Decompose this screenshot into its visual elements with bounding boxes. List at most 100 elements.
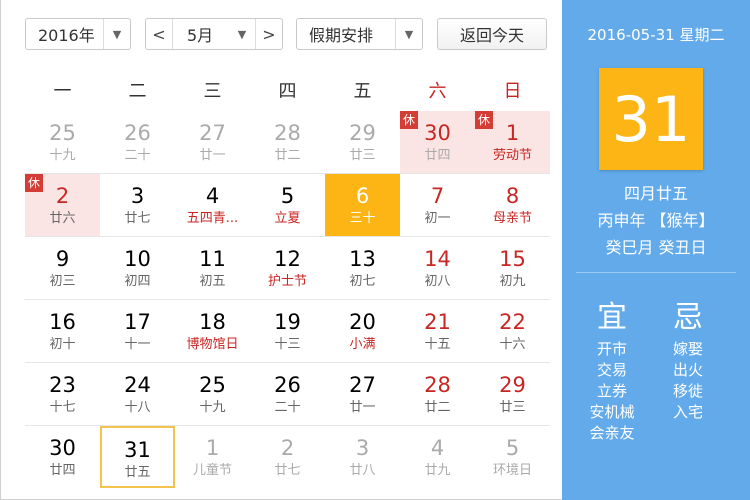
chevron-down-icon[interactable]: ▼: [103, 19, 130, 49]
day-cell[interactable]: 25 十九: [175, 363, 250, 425]
day-cell[interactable]: 29 廿三: [325, 111, 400, 173]
day-cell[interactable]: 29 廿三: [475, 363, 550, 425]
day-cell[interactable]: 23 十七: [25, 363, 100, 425]
day-number: 27: [199, 121, 226, 145]
lunar-label: 十三: [274, 337, 301, 352]
lunar-label: 廿五: [124, 465, 151, 480]
day-cell[interactable]: 6 三十: [325, 174, 400, 236]
lunar-label: 廿八: [349, 463, 376, 478]
day-cell[interactable]: 7 初一: [400, 174, 475, 236]
day-cell[interactable]: 5 环境日: [475, 426, 550, 488]
day-cell[interactable]: 休 2 廿六: [25, 174, 100, 236]
day-number: 15: [499, 247, 526, 271]
weekday-label: 六: [428, 81, 447, 102]
day-number: 22: [499, 310, 526, 334]
day-cell[interactable]: 20 小满: [325, 300, 400, 362]
day-cell[interactable]: 4 廿九: [400, 426, 475, 488]
day-number: 25: [199, 373, 226, 397]
lunar-label: 初一: [424, 211, 451, 226]
lunar-label: 廿九: [424, 463, 451, 478]
month-select[interactable]: < 5月 ▼ >: [145, 18, 283, 50]
day-cell[interactable]: 26 二十: [250, 363, 325, 425]
ji-item: 出火: [672, 361, 703, 379]
day-cell[interactable]: 14 初八: [400, 237, 475, 299]
day-number: 1: [205, 436, 220, 460]
day-cell[interactable]: 9 初三: [25, 237, 100, 299]
day-cell[interactable]: 5 立夏: [250, 174, 325, 236]
ganzhi-year: 丙申年 【猴年】: [597, 211, 715, 230]
lunar-date: 四月廿五: [623, 184, 688, 203]
lunar-label: 廿三: [349, 148, 376, 163]
day-number: 7: [430, 184, 445, 208]
ji-heading: 忌: [673, 300, 703, 335]
chevron-down-icon[interactable]: ▼: [229, 19, 255, 49]
day-cell[interactable]: 27 廿一: [175, 111, 250, 173]
day-cell[interactable]: 1 儿童节: [175, 426, 250, 488]
back-to-today-button[interactable]: 返回今天: [437, 18, 547, 50]
day-cell[interactable]: 24 十八: [100, 363, 175, 425]
day-number: 24: [124, 373, 151, 397]
day-cell[interactable]: 31 廿五: [100, 426, 175, 488]
lunar-label: 立夏: [274, 211, 301, 226]
lunar-label: 环境日: [492, 463, 532, 478]
holiday-schedule-select[interactable]: 假期安排 ▼: [296, 18, 423, 50]
day-cell[interactable]: 19 十三: [250, 300, 325, 362]
day-cell[interactable]: 3 廿八: [325, 426, 400, 488]
day-cell[interactable]: 13 初七: [325, 237, 400, 299]
ji-item: 入宅: [672, 403, 703, 421]
day-number: 5: [505, 436, 520, 460]
day-number: 17: [124, 310, 151, 334]
day-cell[interactable]: 12 护士节: [250, 237, 325, 299]
next-month-button[interactable]: >: [255, 19, 282, 49]
day-cell[interactable]: 21 十五: [400, 300, 475, 362]
day-number: 10: [124, 247, 151, 271]
day-cell[interactable]: 2 廿七: [250, 426, 325, 488]
day-cell[interactable]: 3 廿七: [100, 174, 175, 236]
day-detail-panel: 2016-05-31 星期二 31 四月廿五 丙申年 【猴年】 癸巳月 癸丑日 …: [562, 0, 750, 500]
yi-list: 开市 交易 立券 安机械 会亲友: [572, 339, 652, 444]
lunar-label: 十六: [499, 337, 526, 352]
lunar-label: 初七: [349, 274, 376, 289]
day-cell[interactable]: 18 博物馆日: [175, 300, 250, 362]
day-cell[interactable]: 28 廿二: [400, 363, 475, 425]
lunar-label: 五四青...: [186, 211, 239, 226]
day-cell[interactable]: 16 初十: [25, 300, 100, 362]
weekday-label: 日: [503, 81, 522, 102]
day-cell[interactable]: 25 十九: [25, 111, 100, 173]
weekday-label: 五: [353, 81, 372, 102]
day-number: 13: [349, 247, 376, 271]
lunar-label: 十八: [124, 400, 151, 415]
day-cell[interactable]: 30 廿四: [25, 426, 100, 488]
day-cell[interactable]: 休 30 廿四: [400, 111, 475, 173]
chevron-down-icon[interactable]: ▼: [395, 19, 422, 49]
day-number: 11: [199, 247, 226, 271]
day-cell[interactable]: 4 五四青...: [175, 174, 250, 236]
day-number: 5: [280, 184, 295, 208]
day-cell[interactable]: 22 十六: [475, 300, 550, 362]
day-cell[interactable]: 休 1 劳动节: [475, 111, 550, 173]
day-number: 20: [349, 310, 376, 334]
day-number: 2: [280, 436, 295, 460]
day-cell[interactable]: 15 初九: [475, 237, 550, 299]
ganzhi-month-day: 癸巳月 癸丑日: [605, 238, 707, 257]
day-cell[interactable]: 27 廿一: [325, 363, 400, 425]
day-cell[interactable]: 8 母亲节: [475, 174, 550, 236]
weekday-label: 四: [278, 81, 297, 102]
lunar-label: 母亲节: [492, 211, 532, 226]
day-cell[interactable]: 26 二十: [100, 111, 175, 173]
day-number: 14: [424, 247, 451, 271]
lunar-label: 廿一: [199, 148, 226, 163]
day-number: 23: [49, 373, 76, 397]
day-number: 19: [274, 310, 301, 334]
day-cell[interactable]: 28 廿二: [250, 111, 325, 173]
day-cell[interactable]: 11 初五: [175, 237, 250, 299]
day-cell[interactable]: 17 十一: [100, 300, 175, 362]
lunar-label: 十一: [124, 337, 151, 352]
prev-month-button[interactable]: <: [146, 19, 173, 49]
year-select[interactable]: 2016年 ▼: [25, 18, 131, 50]
lunar-label: 博物馆日: [186, 337, 239, 352]
day-cell[interactable]: 10 初四: [100, 237, 175, 299]
lunar-label: 廿二: [424, 400, 451, 415]
yi-item: 会亲友: [589, 424, 635, 442]
day-number: 31: [124, 438, 151, 462]
